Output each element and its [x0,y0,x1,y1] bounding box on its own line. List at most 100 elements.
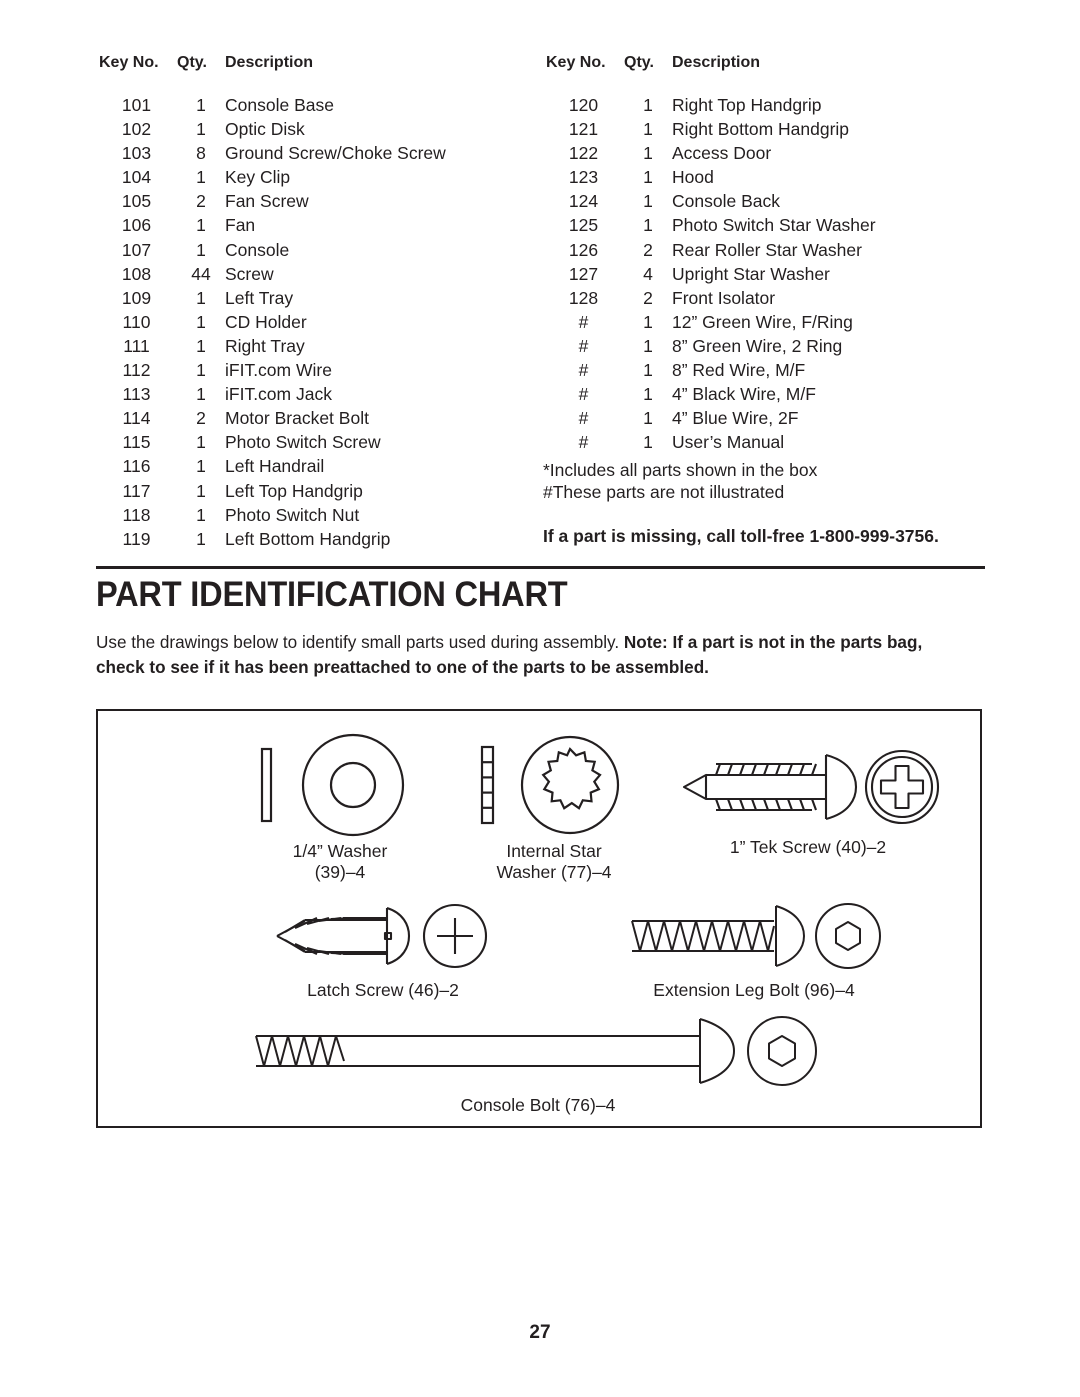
cell-key-no: 114 [122,408,151,429]
table-row: 118 1 Photo Switch Nut [96,504,543,531]
cell-qty: 4 [643,263,653,284]
cell-key-no: 120 [568,95,599,115]
table-row: 124 1 Console Back [543,193,985,217]
cell-key-no: 102 [121,119,152,140]
cell-qty: 1 [196,239,206,260]
cell-description: Console [225,239,290,260]
cell-description: Console Base [225,95,334,115]
table-row: 109 1 Left Tray [96,287,543,314]
cell-qty: 1 [196,504,206,525]
cell-description: 12” Green Wire, F/Ring [672,311,853,332]
cell-qty: 1 [196,215,206,236]
cell-qty: 1 [196,480,206,501]
cell-description: Front Isolator [672,287,776,308]
figure-extension-leg-bolt: Extension Leg Bolt (96)–4 [584,896,924,1001]
cell-description: iFIT.com Wire [225,360,332,381]
cell-qty: 1 [196,167,206,188]
figure-internal-star-washer: Internal Star Washer (77)–4 [448,733,660,884]
page-number: 27 [529,1322,551,1343]
table-row: 104 1 Key Clip [96,167,543,193]
cell-description: Screw [225,263,274,284]
cell-description: Photo Switch Nut [225,504,360,525]
cell-qty: 1 [643,143,653,164]
cell-description: Left Top Handgrip [225,480,363,501]
section-divider-rule [96,566,985,569]
cell-qty: 1 [196,287,206,308]
table-row: #1 4” Blue Wire, 2F [543,408,985,434]
cell-description: User’s Manual [672,432,785,453]
table-row: 101 1 Console Base [96,95,543,121]
table-row: 120 1 Right Top Handgrip [543,95,985,121]
cell-key-no: 117 [122,480,151,501]
table-row: 125 1 Photo Switch Star Washer [543,217,985,241]
intro-paragraph: Use the drawings below to identify small… [96,630,969,680]
cell-description: Key Clip [225,167,291,188]
cell-key-no: 106 [121,215,152,236]
figure-label: 1/4” Washer (39)–4 [292,841,388,883]
figure-label: Latch Screw (46)–2 [307,980,459,1000]
latch-screw-icon [276,903,487,969]
table-row: #1 4” Black Wire, M/F [543,385,985,410]
intro-plain-text: Use the drawings below to identify small… [96,632,624,652]
cell-key-no: 126 [568,239,599,260]
cell-qty: 1 [196,311,206,332]
table-row: 105 2 Fan Screw [96,193,543,217]
cell-key-no: 119 [122,528,151,549]
cell-description: Left Handrail [225,456,325,477]
console-bolt-icon [255,1016,817,1086]
table-row: 126 2 Rear Roller Star Washer [543,239,985,266]
figure-label: Console Bolt (76)–4 [460,1095,616,1115]
cell-description: Right Bottom Handgrip [672,119,850,140]
cell-qty: 1 [643,215,653,236]
table-row: 128 2 Front Isolator [543,287,985,314]
cell-description: Upright Star Washer [672,263,830,284]
cell-key-no: 113 [122,384,151,405]
cell-key-no: 110 [122,311,151,332]
missing-part-notice: If a part is missing, call toll-free 1-8… [543,526,939,547]
table-row: 117 1 Left Top Handgrip [96,480,543,507]
table-row: 102 1 Optic Disk [96,119,543,145]
cell-description: Right Tray [225,335,305,356]
parts-list-left-column: Key No. Qty. Description 101 1 Console Bas… [96,55,543,555]
cell-key-no: 115 [122,432,151,453]
cell-qty: 1 [643,191,653,212]
cell-description: Access Door [672,143,772,164]
flat-washer-icon [260,733,405,837]
cell-qty: 1 [643,311,653,332]
cell-key-no: 123 [568,167,599,188]
cell-key-no: 122 [568,143,599,164]
cell-key-no: # [578,408,589,429]
cell-description: Fan [225,215,256,236]
cell-description: iFIT.com Jack [225,384,332,405]
table-row: 113 1 iFIT.com Jack [96,384,543,410]
cell-qty: 1 [196,384,206,405]
cell-description: Ground Screw/Choke Screw [225,143,446,164]
column-header-key-no: Key No. [99,54,159,71]
figure-label: Extension Leg Bolt (96)–4 [653,980,855,1000]
figure-label: Internal Star Washer (77)–4 [496,841,612,883]
figure-label: 1” Tek Screw (40)–2 [729,837,887,857]
cell-description: CD Holder [225,311,307,332]
cell-key-no: 107 [121,239,152,260]
table-row: 103 8 Ground Screw/Choke Screw [96,143,543,169]
footnote-includes-all-parts: *Includes all parts shown in the box [543,460,818,481]
cell-key-no: # [578,432,589,453]
cell-description: Optic Disk [225,119,305,140]
cell-key-no: 101 [121,95,152,115]
parts-table-left-body: 101 1 Console Base 102 1 Optic Disk 103 8 Grou… [96,95,543,555]
cell-key-no: # [578,311,589,332]
table-row: 108 44 Screw [96,263,543,290]
cell-qty: 44 [191,263,211,284]
cell-key-no: 108 [121,263,152,284]
table-row: 115 1 Photo Switch Screw [96,434,543,458]
cell-key-no: 124 [568,191,599,212]
footnote-not-illustrated: #These parts are not illustrated [543,482,785,503]
column-header-description: Description [672,54,761,71]
cell-qty: 1 [196,95,206,115]
figure-tek-screw: 1” Tek Screw (40)–2 [658,741,958,858]
cell-qty: 1 [196,456,206,477]
cell-key-no: 128 [568,287,599,308]
figure-console-bolt: Console Bolt (76)–4 [228,1011,848,1116]
tek-screw-icon [682,749,939,825]
table-header-row: Key No. Qty. Description [96,55,543,97]
